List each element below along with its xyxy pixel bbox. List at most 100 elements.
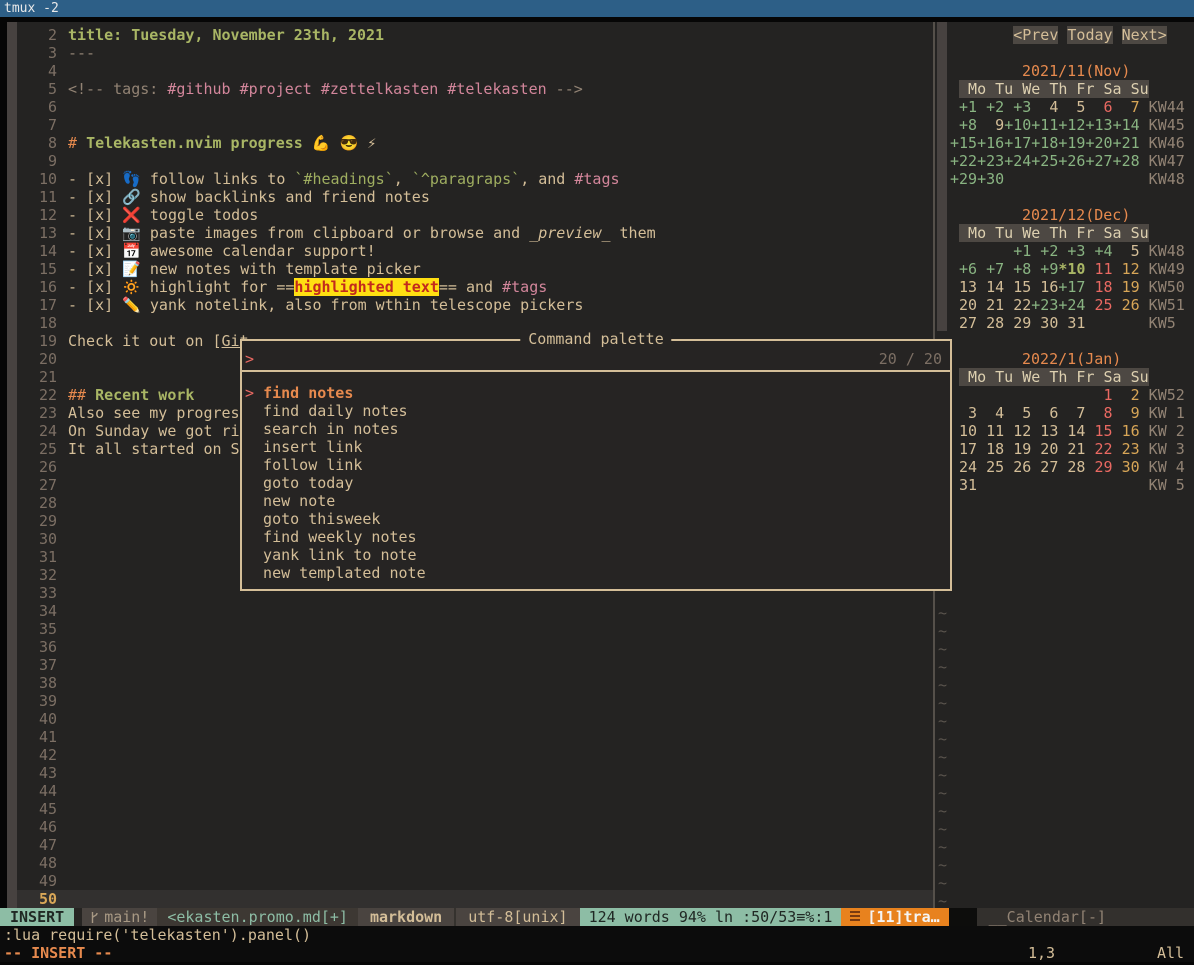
editor-line[interactable]: 14- [x] 📅 awesome calendar support! bbox=[17, 242, 933, 260]
calendar-day[interactable]: +10 bbox=[1004, 116, 1031, 134]
editor-line[interactable]: 2title: Tuesday, November 23th, 2021 bbox=[17, 26, 933, 44]
editor-line[interactable]: 5<!-- tags: #github #project #zettelkast… bbox=[17, 80, 933, 98]
calendar-day[interactable]: 5 bbox=[1058, 98, 1085, 116]
editor-line[interactable]: 16- [x] 🔅 highlight for ==highlighted te… bbox=[17, 278, 933, 296]
calendar-day[interactable]: 30 bbox=[1031, 314, 1058, 332]
palette-item[interactable]: yank link to note bbox=[242, 546, 950, 564]
editor-line[interactable]: 3--- bbox=[17, 44, 933, 62]
editor-line[interactable]: 44 bbox=[17, 782, 933, 800]
calendar-day[interactable]: 16 bbox=[1113, 422, 1140, 440]
calendar-day[interactable]: +8 bbox=[1004, 260, 1031, 278]
editor-line[interactable]: 35 bbox=[17, 620, 933, 638]
calendar-day[interactable]: +12 bbox=[1058, 116, 1085, 134]
calendar-day[interactable]: 5 bbox=[1113, 242, 1140, 260]
calendar-day[interactable]: 24 bbox=[950, 458, 977, 476]
calendar-day[interactable]: +17 bbox=[1058, 278, 1085, 296]
calendar-day[interactable]: 9 bbox=[977, 116, 1004, 134]
editor-line[interactable]: 15- [x] 📝 new notes with template picker bbox=[17, 260, 933, 278]
palette-item[interactable]: insert link bbox=[242, 438, 950, 456]
editor-line[interactable]: 43 bbox=[17, 764, 933, 782]
calendar-day[interactable]: 22 bbox=[1004, 296, 1031, 314]
calendar-day[interactable]: 26 bbox=[1004, 458, 1031, 476]
calendar-day[interactable]: +1 bbox=[950, 98, 977, 116]
calendar-day[interactable]: 14 bbox=[977, 278, 1004, 296]
calendar-day[interactable]: +1 bbox=[1004, 242, 1031, 260]
calendar-day[interactable]: +15 bbox=[950, 134, 977, 152]
editor-line[interactable]: 9 bbox=[17, 152, 933, 170]
palette-item[interactable]: find weekly notes bbox=[242, 528, 950, 546]
calendar-day[interactable]: +13 bbox=[1085, 116, 1112, 134]
calendar-day[interactable]: 21 bbox=[977, 296, 1004, 314]
editor-line[interactable]: 49 bbox=[17, 872, 933, 890]
calendar-day[interactable]: +17 bbox=[1004, 134, 1031, 152]
calendar-day[interactable]: +25 bbox=[1031, 152, 1058, 170]
calendar-day[interactable]: 15 bbox=[1085, 422, 1112, 440]
calendar-day[interactable]: +14 bbox=[1113, 116, 1140, 134]
calendar-day[interactable]: 1 bbox=[1085, 386, 1112, 404]
calendar-day[interactable]: +6 bbox=[950, 260, 977, 278]
calendar-day[interactable]: +28 bbox=[1113, 152, 1140, 170]
calendar-day[interactable]: 14 bbox=[1058, 422, 1085, 440]
editor-line[interactable]: 18 bbox=[17, 314, 933, 332]
calendar-day[interactable]: 6 bbox=[1085, 98, 1112, 116]
calendar-day[interactable]: +23 bbox=[1031, 296, 1058, 314]
calendar-day[interactable]: +11 bbox=[1031, 116, 1058, 134]
calendar-day[interactable]: 25 bbox=[1085, 296, 1112, 314]
editor-line[interactable]: 8# Telekasten.nvim progress 💪 😎 ⚡ bbox=[17, 134, 933, 152]
calendar-day[interactable]: 4 bbox=[977, 404, 1004, 422]
editor-scrollbar-thumb[interactable] bbox=[937, 22, 947, 331]
calendar-day[interactable]: +18 bbox=[1031, 134, 1058, 152]
editor-line[interactable]: 42 bbox=[17, 746, 933, 764]
calendar-day[interactable]: 10 bbox=[950, 422, 977, 440]
calendar-day[interactable]: 28 bbox=[977, 314, 1004, 332]
calendar-day[interactable]: 28 bbox=[1058, 458, 1085, 476]
calendar-next-button[interactable]: Next> bbox=[1122, 26, 1167, 44]
calendar-day[interactable]: 29 bbox=[1085, 458, 1112, 476]
editor-line[interactable]: 50 bbox=[17, 890, 933, 908]
calendar-day[interactable]: +3 bbox=[1058, 242, 1085, 260]
editor-line[interactable]: 38 bbox=[17, 674, 933, 692]
calendar-day[interactable]: 11 bbox=[1085, 260, 1112, 278]
calendar-day[interactable]: 12 bbox=[1113, 260, 1140, 278]
editor-line[interactable]: 48 bbox=[17, 854, 933, 872]
palette-item[interactable]: new note bbox=[242, 492, 950, 510]
calendar-day[interactable]: +8 bbox=[950, 116, 977, 134]
editor-line[interactable]: 10- [x] 👣 follow links to `#headings`, `… bbox=[17, 170, 933, 188]
calendar-day[interactable]: 5 bbox=[1004, 404, 1031, 422]
editor-line[interactable]: 7 bbox=[17, 116, 933, 134]
calendar-day[interactable]: 19 bbox=[1004, 440, 1031, 458]
palette-item[interactable]: find daily notes bbox=[242, 402, 950, 420]
calendar-day[interactable]: 13 bbox=[950, 278, 977, 296]
calendar-day[interactable]: +27 bbox=[1085, 152, 1112, 170]
calendar-day[interactable]: +9 bbox=[1031, 260, 1058, 278]
calendar-day[interactable]: 18 bbox=[977, 440, 1004, 458]
palette-input[interactable]: > 20 / 20 bbox=[242, 350, 950, 368]
calendar-day[interactable]: 8 bbox=[1085, 404, 1112, 422]
calendar-day[interactable]: 26 bbox=[1113, 296, 1140, 314]
palette-item[interactable]: goto today bbox=[242, 474, 950, 492]
calendar-day[interactable]: +22 bbox=[950, 152, 977, 170]
calendar-day[interactable]: +19 bbox=[1058, 134, 1085, 152]
calendar-day[interactable]: 31 bbox=[950, 476, 977, 494]
editor-line[interactable]: 41 bbox=[17, 728, 933, 746]
editor-line[interactable]: 46 bbox=[17, 818, 933, 836]
calendar-day[interactable]: +20 bbox=[1085, 134, 1112, 152]
calendar-day[interactable]: 3 bbox=[950, 404, 977, 422]
calendar-day[interactable]: +4 bbox=[1085, 242, 1112, 260]
calendar-day[interactable]: +16 bbox=[977, 134, 1004, 152]
calendar-day[interactable]: 7 bbox=[1113, 98, 1140, 116]
editor-line[interactable]: 39 bbox=[17, 692, 933, 710]
calendar-day[interactable]: +23 bbox=[977, 152, 1004, 170]
calendar-day[interactable]: 6 bbox=[1031, 404, 1058, 422]
calendar-day[interactable]: 31 bbox=[1058, 314, 1085, 332]
calendar-day[interactable]: *10 bbox=[1058, 260, 1085, 278]
calendar-day[interactable]: 20 bbox=[950, 296, 977, 314]
calendar-day[interactable]: +24 bbox=[1004, 152, 1031, 170]
editor-line[interactable]: 40 bbox=[17, 710, 933, 728]
calendar-day[interactable]: 4 bbox=[1031, 98, 1058, 116]
editor-line[interactable]: 6 bbox=[17, 98, 933, 116]
calendar-day[interactable]: +24 bbox=[1058, 296, 1085, 314]
calendar-day[interactable]: 12 bbox=[1004, 422, 1031, 440]
editor-line[interactable]: 13- [x] 📷 paste images from clipboard or… bbox=[17, 224, 933, 242]
calendar-day[interactable]: 9 bbox=[1113, 404, 1140, 422]
